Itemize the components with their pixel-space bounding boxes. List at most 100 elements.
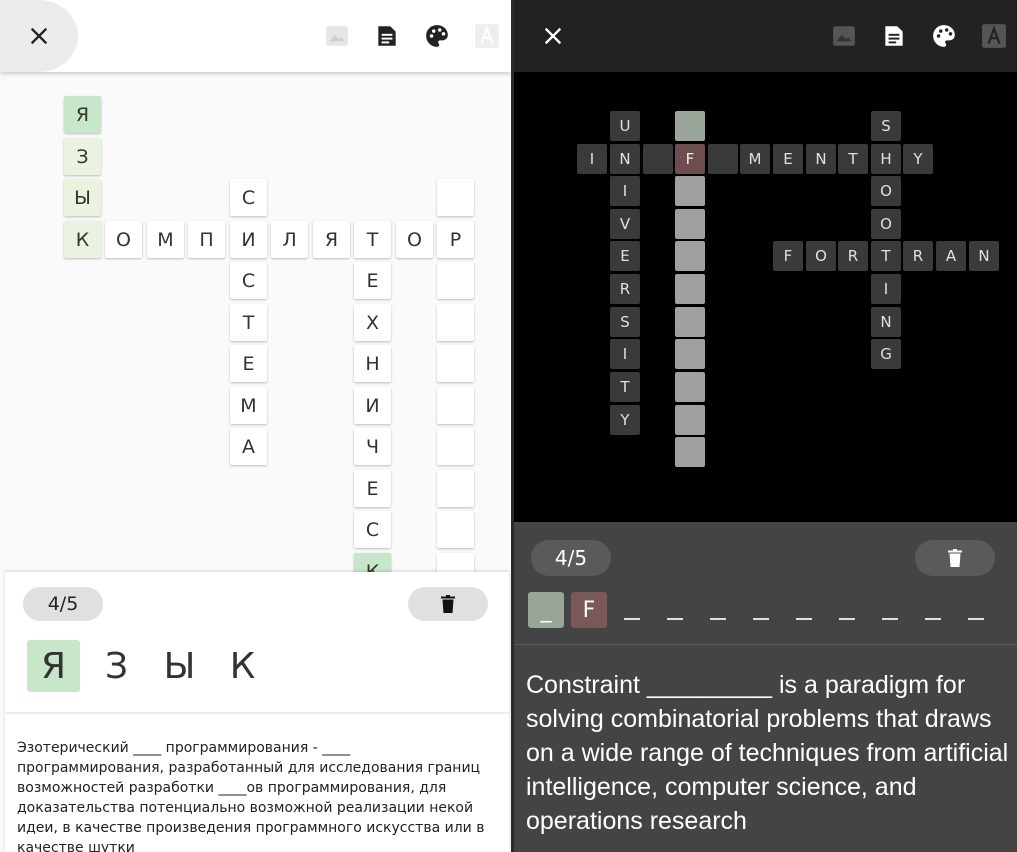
grid-cell[interactable]	[437, 304, 474, 341]
grid-cell[interactable]	[675, 176, 705, 206]
grid-cell[interactable]: H	[871, 144, 901, 174]
grid-cell[interactable]: О	[105, 221, 142, 258]
grid-cell[interactable]: И	[230, 221, 267, 258]
grid-cell[interactable]	[437, 470, 474, 507]
grid-cell[interactable]: Л	[271, 221, 308, 258]
grid-cell[interactable]: E	[610, 241, 640, 271]
grid-cell[interactable]	[675, 405, 705, 435]
grid-cell[interactable]: К	[64, 221, 101, 258]
palette-button[interactable]	[423, 22, 451, 50]
grid-cell[interactable]: E	[773, 144, 803, 174]
grid-cell[interactable]	[675, 437, 705, 467]
grid-cell[interactable]	[437, 345, 474, 382]
grid-cell[interactable]	[675, 339, 705, 369]
grid-cell[interactable]: Р	[437, 221, 474, 258]
grid-cell[interactable]: Ы	[64, 179, 101, 216]
image-button[interactable]	[830, 22, 858, 50]
grid-cell[interactable]	[675, 372, 705, 402]
grid-cell[interactable]: Е	[230, 345, 267, 382]
close-button[interactable]	[514, 0, 592, 72]
grid-cell[interactable]: U	[610, 111, 640, 141]
grid-cell[interactable]: Х	[354, 304, 391, 341]
grid-cell[interactable]: A	[936, 241, 966, 271]
grid-cell[interactable]	[675, 111, 705, 141]
grid-cell[interactable]: С	[230, 179, 267, 216]
grid-cell[interactable]: Я	[313, 221, 350, 258]
grid-cell[interactable]: V	[610, 209, 640, 239]
answer-blank[interactable]	[958, 592, 994, 628]
grid-cell[interactable]: О	[396, 221, 433, 258]
grid-cell[interactable]: T	[838, 144, 868, 174]
font-button[interactable]	[980, 22, 1008, 50]
grid-cell[interactable]: Е	[354, 262, 391, 299]
grid-cell[interactable]	[437, 179, 474, 216]
grid-cell[interactable]: R	[610, 274, 640, 304]
close-button[interactable]	[0, 0, 78, 72]
clear-button[interactable]	[915, 540, 995, 576]
grid-cell[interactable]: И	[354, 387, 391, 424]
grid-cell[interactable]: Н	[354, 345, 391, 382]
font-button[interactable]	[473, 22, 501, 50]
grid-cell[interactable]	[437, 428, 474, 465]
grid-cell[interactable]: I	[610, 339, 640, 369]
document-button[interactable]	[373, 22, 401, 50]
grid-cell[interactable]: I	[610, 176, 640, 206]
grid-cell[interactable]: N	[871, 307, 901, 337]
answer-letter[interactable]: Ы	[153, 640, 206, 692]
grid-cell[interactable]	[437, 387, 474, 424]
answer-letter[interactable]: К	[216, 640, 269, 692]
image-button[interactable]	[323, 22, 351, 50]
answer-blank[interactable]	[657, 592, 693, 628]
grid-cell[interactable]: I	[871, 274, 901, 304]
grid-cell[interactable]	[437, 511, 474, 548]
grid-cell[interactable]: С	[230, 262, 267, 299]
answer-blank[interactable]	[872, 592, 908, 628]
grid-cell[interactable]: O	[806, 241, 836, 271]
grid-cell[interactable]: S	[610, 307, 640, 337]
grid-cell[interactable]: I	[577, 144, 607, 174]
answer-letter[interactable]: Я	[27, 640, 80, 692]
grid-cell[interactable]: М	[147, 221, 184, 258]
grid-cell[interactable]: F	[675, 144, 705, 174]
palette-button[interactable]	[930, 22, 958, 50]
grid-cell[interactable]: T	[871, 241, 901, 271]
grid-cell[interactable]	[675, 209, 705, 239]
grid-cell[interactable]	[437, 262, 474, 299]
answer-letter[interactable]: З	[90, 640, 143, 692]
grid-cell[interactable]	[708, 144, 738, 174]
answer-letter[interactable]: _	[528, 592, 564, 628]
grid-cell[interactable]	[675, 307, 705, 337]
grid-cell[interactable]: Я	[64, 96, 101, 133]
grid-cell[interactable]: N	[610, 144, 640, 174]
answer-blank[interactable]	[786, 592, 822, 628]
grid-cell[interactable]	[643, 144, 673, 174]
grid-cell[interactable]: T	[610, 372, 640, 402]
grid-cell[interactable]: N	[969, 241, 999, 271]
grid-cell[interactable]	[675, 241, 705, 271]
grid-cell[interactable]: G	[871, 339, 901, 369]
grid-cell[interactable]: А	[230, 428, 267, 465]
grid-cell[interactable]: R	[838, 241, 868, 271]
grid-cell[interactable]: М	[230, 387, 267, 424]
answer-blank[interactable]	[614, 592, 650, 628]
grid-cell[interactable]: Т	[230, 304, 267, 341]
grid-cell[interactable]: O	[871, 209, 901, 239]
grid-cell[interactable]: Y	[903, 144, 933, 174]
grid-cell[interactable]: F	[773, 241, 803, 271]
grid-cell[interactable]: R	[903, 241, 933, 271]
grid-cell[interactable]: Е	[354, 470, 391, 507]
answer-letter[interactable]: F	[571, 592, 607, 628]
grid-cell[interactable]: N	[806, 144, 836, 174]
grid-cell[interactable]: M	[740, 144, 770, 174]
answer-blank[interactable]	[700, 592, 736, 628]
answer-blank[interactable]	[743, 592, 779, 628]
grid-cell[interactable]	[675, 274, 705, 304]
document-button[interactable]	[880, 22, 908, 50]
grid-cell[interactable]: Ч	[354, 428, 391, 465]
grid-cell[interactable]: O	[871, 176, 901, 206]
grid-cell[interactable]: С	[354, 511, 391, 548]
grid-cell[interactable]: S	[871, 111, 901, 141]
answer-blank[interactable]	[915, 592, 951, 628]
clear-button[interactable]	[408, 587, 488, 621]
grid-cell[interactable]: З	[64, 138, 101, 175]
